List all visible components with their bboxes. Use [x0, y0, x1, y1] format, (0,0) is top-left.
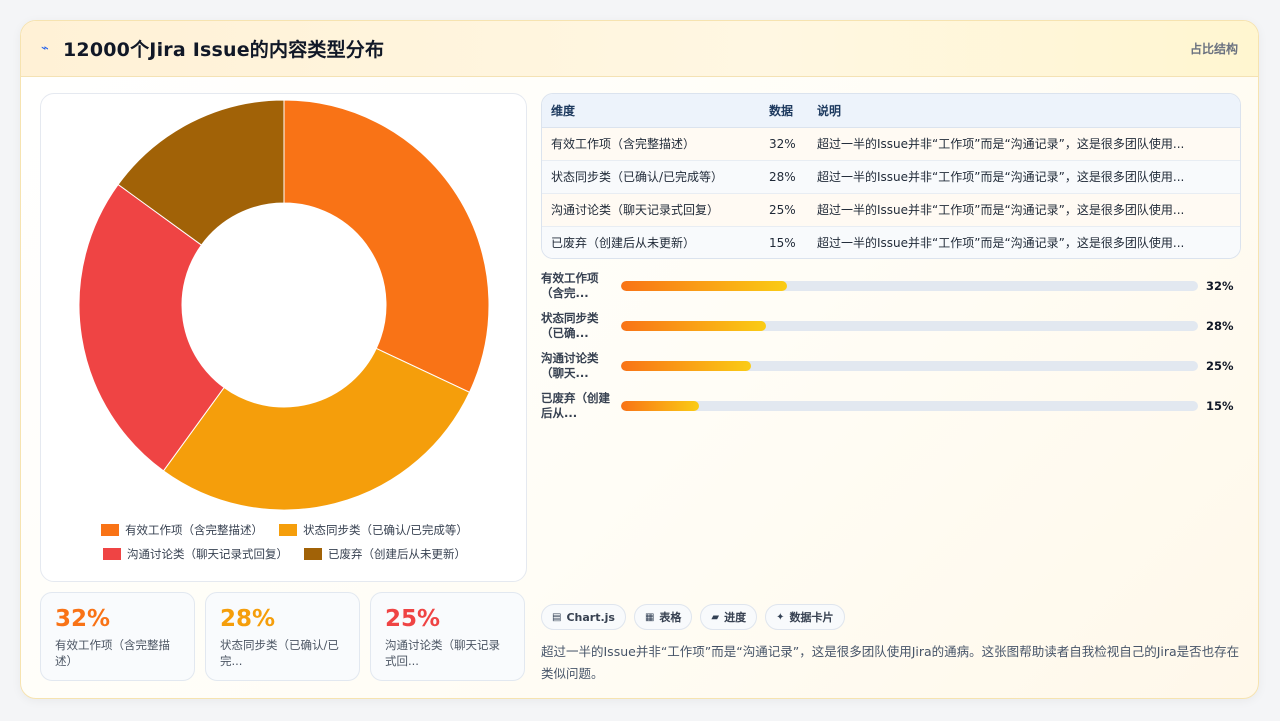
bar-label: 沟通讨论类（聊天... — [541, 351, 599, 380]
bar-value: 32% — [1206, 279, 1234, 293]
sparkle-icon: ✦ — [776, 611, 785, 623]
donut-panel: 有效工作项（含完整描述） 状态同步类（已确认/已完成等） 沟通讨论类（聊天记录式回复… — [40, 93, 527, 582]
stat-label: 有效工作项（含完整描述） — [55, 638, 170, 668]
table-cell: 超过一半的Issue并非“工作项”而是“沟通记录”，这是很多团队使用... — [808, 193, 1240, 227]
table-row: 状态同步类（已确认/已完成等） 28% 超过一半的Issue并非“工作项”而是“… — [542, 160, 1240, 194]
table-cell: 15% — [760, 226, 808, 258]
table-icon: ▦ — [644, 611, 655, 623]
table-cell: 有效工作项（含完整描述） — [542, 127, 760, 161]
bar-value: 28% — [1206, 319, 1234, 333]
bar-row: 有效工作项（含完... 32% — [541, 271, 1241, 311]
legend-item[interactable]: 已废弃（创建后从未更新） — [304, 546, 466, 562]
pie-slice[interactable] — [283, 99, 490, 393]
chip-[interactable]: ▰ 进度 — [700, 604, 758, 630]
legend-label: 沟通讨论类（聊天记录式回复） — [127, 547, 288, 561]
stat-value: 32% — [55, 606, 111, 632]
bar-track — [621, 321, 1198, 331]
chart-icon: ⌁ — [41, 41, 49, 56]
progress-bars: 有效工作项（含完... 32% 状态同步类（已确... 28% 沟通讨论类（聊天... 2… — [541, 271, 1241, 431]
legend-swatch — [279, 524, 298, 536]
table-cell: 超过一半的Issue并非“工作项”而是“沟通记录”，这是很多团队使用... — [808, 226, 1240, 258]
bar-track — [621, 361, 1198, 371]
table-cell: 32% — [760, 127, 808, 161]
legend-label: 状态同步类（已确认/已完成等） — [303, 523, 468, 537]
table-row: 已废弃（创建后从未更新） 15% 超过一半的Issue并非“工作项”而是“沟通记… — [542, 226, 1240, 258]
legend-item[interactable]: 有效工作项（含完整描述） — [101, 522, 263, 538]
chart-legend: 有效工作项（含完整描述） 状态同步类（已确认/已完成等） 沟通讨论类（聊天记录式回复… — [41, 522, 528, 562]
feature-chips: ▤ Chart.js ▦ 表格 ▰ 进度 ✦ 数据卡片 — [541, 604, 845, 630]
bar-fill — [621, 281, 788, 291]
stat-cards: 32% 有效工作项（含完整描述） 28% 状态同步类（已确认/已完... 25% 沟通讨论… — [40, 592, 525, 681]
bar-track — [621, 281, 1198, 291]
bar-row: 状态同步类（已确... 28% — [541, 311, 1241, 351]
table-row: 沟通讨论类（聊天记录式回复） 25% 超过一半的Issue并非“工作项”而是“沟… — [542, 193, 1240, 227]
donut-chart — [78, 99, 490, 511]
chip-label: 表格 — [659, 611, 682, 624]
table-cell: 28% — [760, 160, 808, 194]
stat-label: 沟通讨论类（聊天记录式回... — [385, 638, 500, 668]
bar-value: 15% — [1206, 399, 1234, 413]
chip-label: 进度 — [724, 611, 747, 624]
chip-[interactable]: ▦ 表格 — [633, 604, 693, 630]
column-header-note: 说明 — [808, 94, 1240, 128]
table-cell: 沟通讨论类（聊天记录式回复） — [542, 193, 760, 227]
legend-item[interactable]: 状态同步类（已确认/已完成等） — [279, 522, 468, 538]
bar-label: 状态同步类（已确... — [541, 311, 599, 340]
legend-swatch — [103, 548, 121, 560]
table-cell: 超过一半的Issue并非“工作项”而是“沟通记录”，这是很多团队使用... — [808, 160, 1240, 194]
stat-value: 25% — [385, 606, 441, 632]
bar-fill — [621, 321, 767, 331]
table-cell: 超过一半的Issue并非“工作项”而是“沟通记录”，这是很多团队使用... — [808, 127, 1240, 161]
bar-label: 已废弃（创建后从... — [541, 391, 610, 420]
bar-fill — [621, 361, 751, 371]
column-header-dimension: 维度 — [542, 94, 760, 128]
bar-label: 有效工作项（含完... — [541, 271, 599, 300]
legend-label: 有效工作项（含完整描述） — [125, 523, 264, 537]
card-header: ⌁ 12000个Jira Issue的内容类型分布 占比结构 — [21, 21, 1258, 77]
legend-label: 已废弃（创建后从未更新） — [328, 547, 466, 561]
legend-swatch — [304, 548, 322, 560]
chip-label: Chart.js — [566, 610, 615, 624]
stat-value: 28% — [220, 606, 276, 632]
summary-text: 超过一半的Issue并非“工作项”而是“沟通记录”，这是很多团队使用Jira的通… — [541, 644, 1240, 681]
table-cell: 25% — [760, 193, 808, 227]
chip-label: 数据卡片 — [789, 611, 834, 624]
bar-row: 已废弃（创建后从... 15% — [541, 391, 1241, 431]
table-header-row: 维度 数据 说明 — [542, 94, 1240, 128]
chip-chartjs[interactable]: ▤ Chart.js — [541, 604, 626, 630]
pie-slice[interactable] — [162, 347, 471, 511]
bar-row: 沟通讨论类（聊天... 25% — [541, 351, 1241, 391]
stat-card: 32% 有效工作项（含完整描述） — [40, 592, 195, 681]
column-header-data: 数据 — [760, 94, 808, 128]
header-tag: 占比结构 — [1189, 42, 1238, 56]
stat-label: 状态同步类（已确认/已完... — [220, 638, 339, 668]
table-cell: 状态同步类（已确认/已完成等） — [542, 160, 760, 194]
bar-fill — [621, 401, 699, 411]
chart-icon: ▤ — [552, 611, 562, 623]
table-cell: 已废弃（创建后从未更新） — [542, 226, 760, 258]
bar-value: 25% — [1206, 359, 1234, 373]
page-title: 12000个Jira Issue的内容类型分布 — [63, 39, 385, 61]
data-table: 维度 数据 说明 有效工作项（含完整描述） 32% 超过一半的Issue并非“工… — [541, 93, 1241, 259]
legend-swatch — [101, 524, 120, 536]
chart-card: ⌁ 12000个Jira Issue的内容类型分布 占比结构 有效工作项（含完整… — [20, 20, 1259, 699]
chip-[interactable]: ✦ 数据卡片 — [765, 604, 845, 630]
progress-icon: ▰ — [711, 611, 720, 623]
title-wrap: ⌁ 12000个Jira Issue的内容类型分布 — [41, 35, 384, 62]
stat-card: 28% 状态同步类（已确认/已完... — [205, 592, 360, 681]
bar-track — [621, 401, 1198, 411]
legend-item[interactable]: 沟通讨论类（聊天记录式回复） — [103, 546, 288, 562]
table-row: 有效工作项（含完整描述） 32% 超过一半的Issue并非“工作项”而是“沟通记… — [542, 127, 1240, 161]
stat-card: 25% 沟通讨论类（聊天记录式回... — [370, 592, 525, 681]
